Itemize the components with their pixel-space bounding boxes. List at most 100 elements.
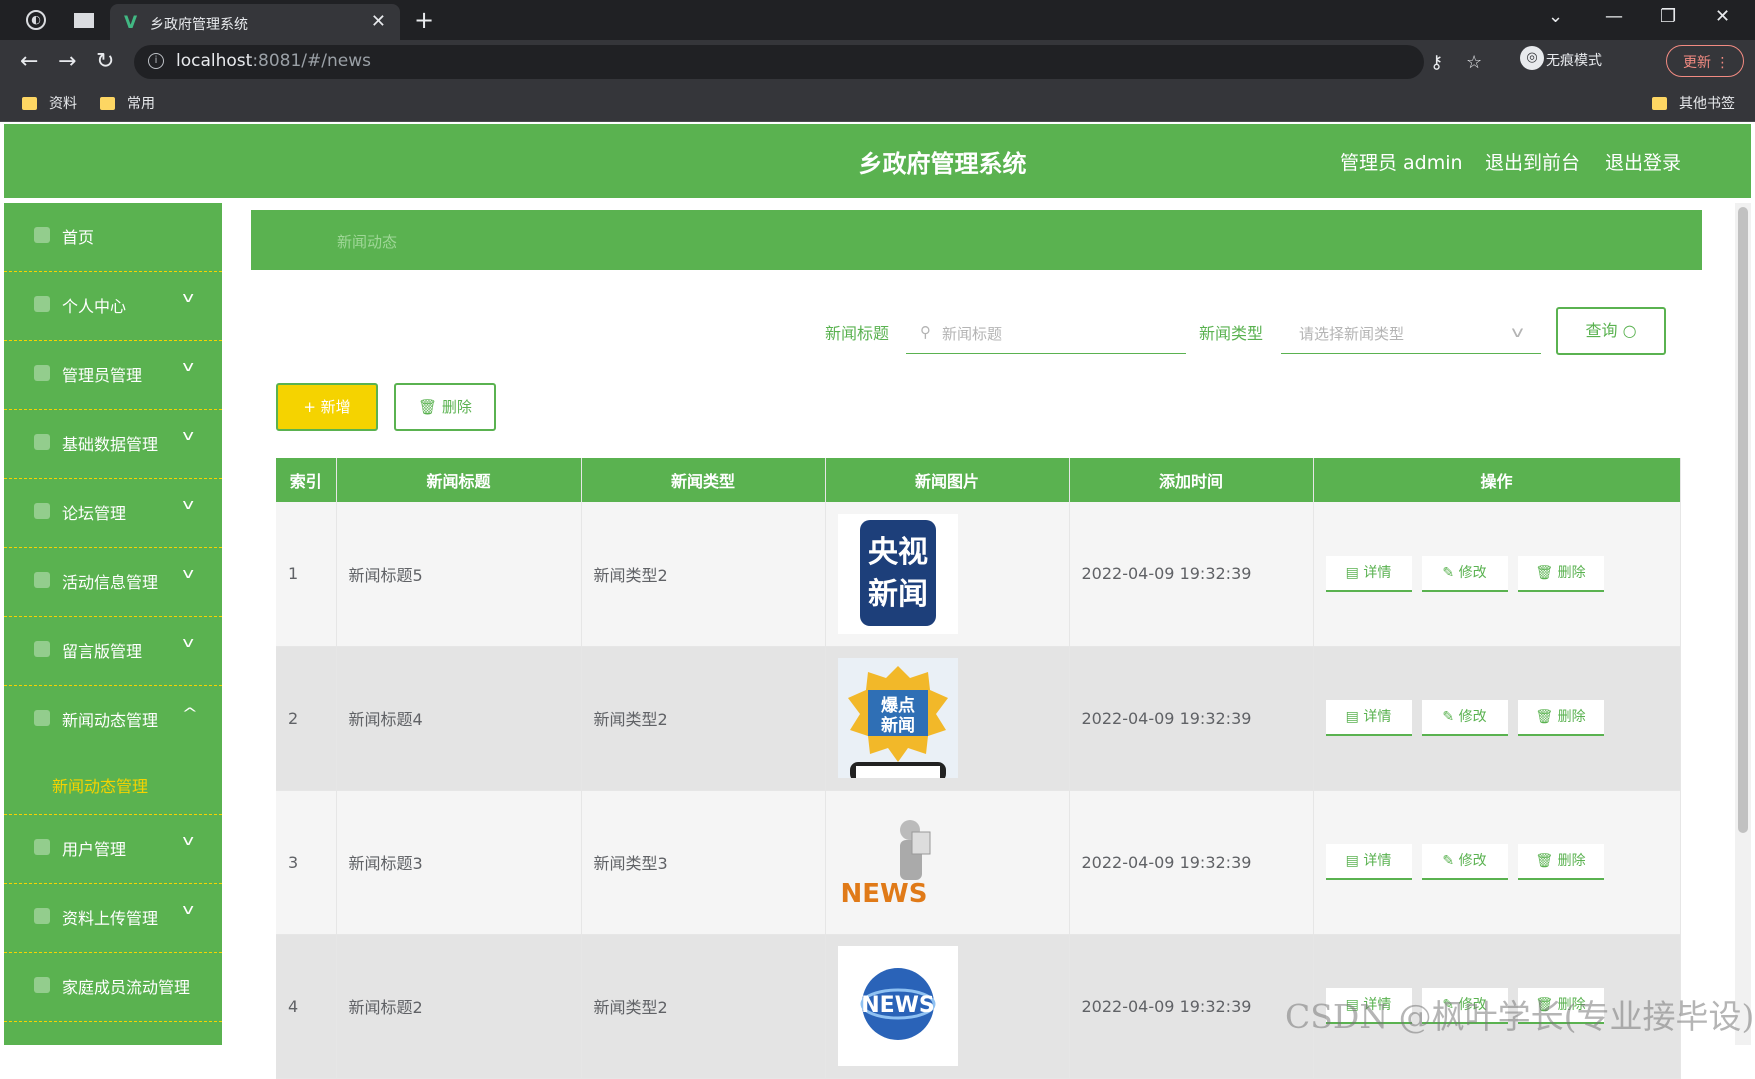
breaking-news-logo: 爆点 新闻 [847, 666, 948, 778]
row-type: 新闻类型3 [581, 790, 826, 935]
row-index: 3 [276, 790, 337, 935]
chevron-down-icon: v [182, 566, 194, 582]
delete-button[interactable]: 🗑 删除 [1517, 555, 1604, 592]
forum-icon [34, 503, 50, 519]
delete-button[interactable]: 🗑 删除 [1517, 844, 1604, 880]
news-image[interactable]: 央视 新闻 [837, 513, 958, 634]
forward-icon[interactable]: → [58, 49, 76, 74]
sidebar-item-profile[interactable]: 个人中心 v [4, 272, 222, 341]
vue-icon: V [124, 13, 138, 33]
window-icon[interactable] [74, 13, 94, 28]
row-type: 新闻类型2 [581, 502, 826, 647]
edit-button[interactable]: ✎ 修改 [1421, 700, 1508, 736]
incognito-icon[interactable]: ◎ [1520, 46, 1544, 70]
sidebar-item-users[interactable]: 用户管理 v [4, 815, 222, 884]
reload-icon[interactable]: ↻ [96, 49, 114, 74]
svg-text:央视: 央视 [868, 535, 928, 570]
news-image[interactable]: NEWS [837, 946, 958, 1066]
sidebar-item-activities[interactable]: 活动信息管理 v [4, 548, 222, 617]
col-header: 操作 [1313, 458, 1681, 502]
address-bar[interactable]: i localhost:8081/#/news ⚷ ☆ [134, 45, 1482, 79]
folder-icon [22, 97, 37, 110]
key-icon[interactable]: ⚷ [1430, 52, 1443, 73]
news-image[interactable]: NEWS [838, 802, 958, 922]
edit-button[interactable]: ✎ 修改 [1421, 555, 1508, 592]
chevron-down-icon: v [182, 902, 194, 918]
col-header: 新闻标题 [336, 458, 582, 502]
table-row[interactable]: 3 新闻标题3 新闻类型3 NEWS 2022-04-09 19:32:39 ▤… [276, 790, 1681, 935]
sidebar-item-forum[interactable]: 论坛管理 v [4, 479, 222, 548]
browser-tab-bar: ◐ V 乡政府管理系统 ✕ + ⌄ — ❐ ✕ [0, 0, 1755, 40]
sidebar-item-admins[interactable]: 管理员管理 v [4, 341, 222, 410]
sidebar-item-family[interactable]: 家庭成员流动管理 [4, 953, 222, 1022]
bookmark-folder[interactable]: 常用 [100, 93, 155, 113]
scrollbar-thumb[interactable] [1738, 207, 1748, 833]
edit-button[interactable]: ✎ 修改 [1421, 844, 1508, 880]
url-text: localhost:8081/#/news [176, 51, 371, 71]
svg-text:NEWS: NEWS [840, 879, 927, 909]
title-search-input[interactable]: ⚲ 新闻标题 [906, 312, 1186, 354]
sidebar-item-home[interactable]: 首页 [4, 203, 222, 272]
col-header: 添加时间 [1069, 458, 1314, 502]
family-icon [34, 977, 50, 993]
type-select[interactable]: 请选择新闻类型 v [1281, 312, 1541, 354]
chevron-up-icon: ^ [181, 706, 199, 722]
sidebar-item-messages[interactable]: 留言版管理 v [4, 617, 222, 686]
admin-label: 管理员 admin [1340, 152, 1463, 174]
close-window-icon[interactable]: ✕ [1715, 6, 1730, 27]
sidebar-subitem-news[interactable]: 新闻动态管理 [4, 755, 222, 815]
table-row[interactable]: 2 新闻标题4 新闻类型2 爆点 新闻 2022-04-09 19:32:39 [276, 646, 1681, 791]
row-title: 新闻标题2 [336, 934, 582, 1079]
row-image-cell: NEWS [825, 934, 1070, 1079]
tab-title: 乡政府管理系统 [150, 17, 248, 33]
batch-delete-button[interactable]: 🗑 删除 [394, 383, 496, 431]
update-button[interactable]: 更新 ⋮ [1666, 45, 1744, 77]
col-header: 新闻类型 [581, 458, 826, 502]
news-image[interactable]: 爆点 新闻 [837, 658, 958, 778]
sidebar: 首页 个人中心 v 管理员管理 v 基础数据管理 v 论坛管理 v 活动信息管理 v 留言… [4, 203, 222, 1045]
other-bookmarks[interactable]: 其他书签 [1652, 93, 1735, 113]
row-title: 新闻标题5 [336, 502, 582, 647]
bookmark-folder[interactable]: 资料 [22, 93, 77, 113]
svg-text:新闻: 新闻 [868, 577, 928, 612]
sidebar-item-uploads[interactable]: 资料上传管理 v [4, 884, 222, 953]
detail-button[interactable]: ▤ 详情 [1325, 700, 1412, 736]
svg-text:新闻: 新闻 [881, 715, 915, 736]
browser-tab[interactable]: V 乡政府管理系统 ✕ [110, 4, 400, 40]
chevron-down-icon: v [182, 428, 194, 444]
data-icon [34, 434, 50, 450]
user-icon [34, 296, 50, 312]
new-tab-icon[interactable]: + [414, 6, 434, 34]
row-image-cell: 央视 新闻 [825, 502, 1070, 647]
delete-button[interactable]: 🗑 删除 [1517, 700, 1604, 736]
star-icon[interactable]: ☆ [1466, 52, 1482, 73]
col-header: 新闻图片 [825, 458, 1070, 502]
watermark: CSDN @枫叶学长(专业接毕设) [1285, 997, 1755, 1036]
tab-search-icon[interactable]: ⌄ [1548, 6, 1563, 27]
folder-icon [1652, 97, 1667, 110]
trash-icon: 🗑 [418, 398, 438, 416]
title-search-label: 新闻标题 [825, 324, 890, 343]
close-tab-icon[interactable]: ✕ [371, 11, 386, 32]
query-button[interactable]: 查询 ○ [1556, 307, 1666, 355]
back-icon[interactable]: ← [20, 49, 38, 74]
logout-link[interactable]: 退出登录 [1605, 148, 1681, 175]
minimize-icon[interactable]: — [1605, 6, 1623, 27]
detail-button[interactable]: ▤ 详情 [1325, 844, 1412, 880]
front-link[interactable]: 退出到前台 [1485, 148, 1580, 175]
add-button[interactable]: + 新增 [276, 383, 378, 431]
table-header-row: 索引 新闻标题 新闻类型 新闻图片 添加时间 操作 [276, 458, 1681, 502]
restore-icon[interactable]: ❐ [1660, 6, 1676, 27]
row-type: 新闻类型2 [581, 646, 826, 791]
table-row[interactable]: 1 新闻标题5 新闻类型2 央视 新闻 2022-04-09 19:32:39 … [276, 502, 1681, 647]
row-time: 2022-04-09 19:32:39 [1069, 790, 1314, 935]
sidebar-item-base-data[interactable]: 基础数据管理 v [4, 410, 222, 479]
row-image-cell: 爆点 新闻 [825, 646, 1070, 791]
info-icon[interactable]: i [148, 53, 164, 69]
app-header: 乡政府管理系统 管理员 admin 退出到前台 退出登录 [4, 124, 1751, 198]
globe-icon[interactable]: ◐ [26, 10, 46, 30]
scrollbar[interactable] [1735, 203, 1751, 1045]
news-figure-image: NEWS [840, 820, 930, 909]
detail-button[interactable]: ▤ 详情 [1325, 555, 1412, 592]
sidebar-item-news[interactable]: 新闻动态管理 ^ [4, 686, 222, 755]
